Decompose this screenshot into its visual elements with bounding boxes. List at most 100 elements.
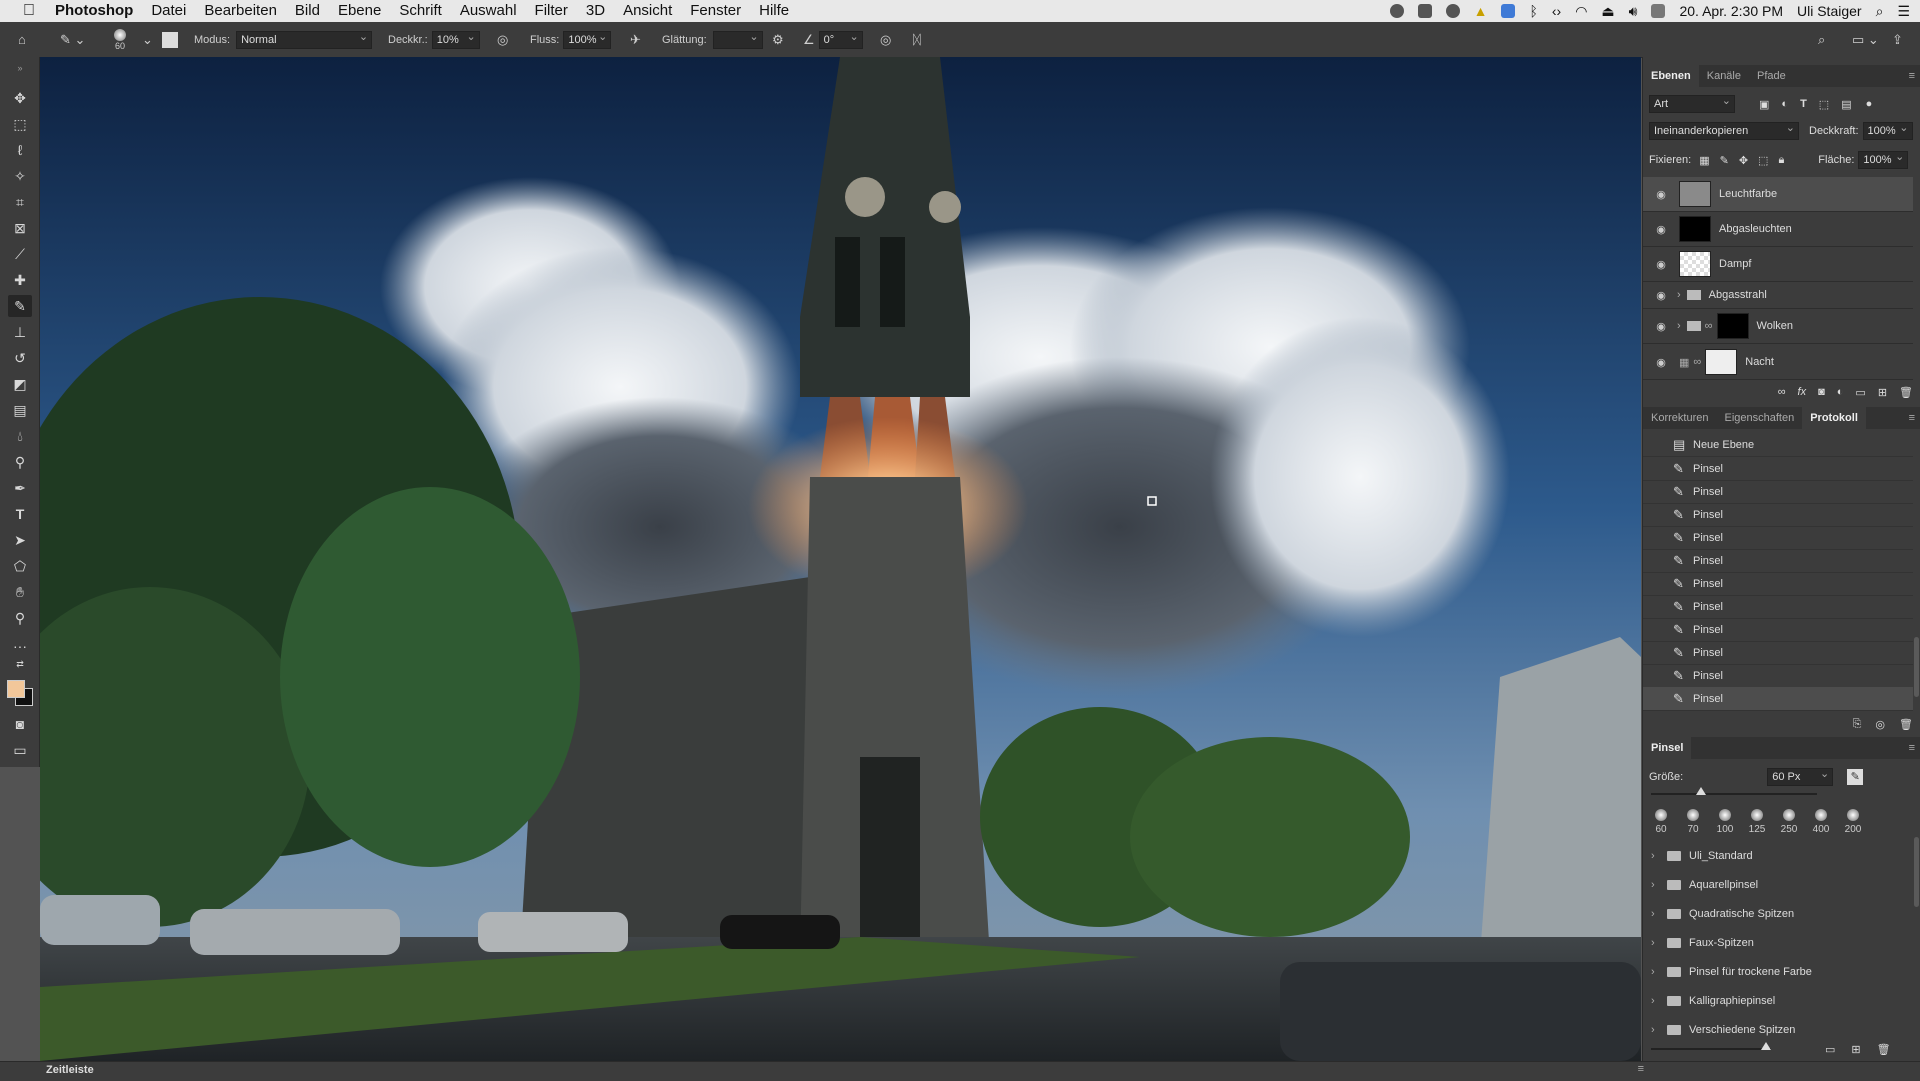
layer-opacity-field[interactable]: 100% [1862,120,1913,140]
blend-mode-dropdown[interactable]: Ineinanderkopieren [1649,120,1799,140]
opacity-pressure-icon[interactable]: ◎ [497,22,508,57]
filter-shape-icon[interactable]: ⬚ [1819,98,1829,111]
wifi-icon[interactable]: ◠ [1575,3,1587,20]
angle-field[interactable]: 0° [818,29,863,49]
pen-tool-icon[interactable]: ✒ [8,477,32,499]
new-brush-group-icon[interactable]: ▭ [1825,1043,1835,1056]
frame-tool-icon[interactable]: ⊠ [8,217,32,239]
brush-size-slider-track[interactable] [1651,787,1817,795]
new-document-from-state-icon[interactable]: ⎘ [1853,718,1862,731]
new-adjustment-icon[interactable]: ◐ [1837,386,1844,398]
history-item[interactable]: ✎ Pinsel [1643,526,1913,550]
history-item[interactable]: ✎ Pinsel [1643,503,1913,527]
smoothing-field[interactable] [712,29,763,49]
notification-center-icon[interactable]: ☰ [1897,3,1910,20]
tab-kanaele[interactable]: Kanäle [1699,65,1749,87]
move-tool-icon[interactable]: ✥ [8,87,32,109]
menu-bild[interactable]: Bild [286,0,329,22]
menu-filter[interactable]: Filter [526,0,577,22]
history-brush-tool-icon[interactable]: ↺ [8,347,32,369]
tab-eigenschaften[interactable]: Eigenschaften [1716,407,1802,429]
apple-icon[interactable]:  [12,2,46,20]
lock-image-icon[interactable]: ✎ [1720,154,1729,167]
layer-row[interactable]: ◉ ▦ ∞ Nacht [1643,345,1913,380]
creative-cloud-icon[interactable] [1445,4,1460,18]
history-item[interactable]: ✎ Pinsel [1643,664,1913,688]
preview-size-thumb[interactable] [1761,1042,1771,1050]
panel-menu-icon[interactable]: ≡ [1909,742,1915,754]
tab-korrekturen[interactable]: Korrekturen [1643,407,1716,429]
layer-filter-dropdown[interactable]: Art [1649,93,1735,113]
menu-hilfe[interactable]: Hilfe [750,0,798,22]
brush-preset[interactable]: 100 [1715,809,1735,835]
filter-adjustment-icon[interactable]: ◐ [1781,98,1788,110]
layer-row[interactable]: ◉ Leuchtfarbe [1643,177,1913,212]
healing-brush-tool-icon[interactable]: ✚ [8,269,32,291]
brush-preset[interactable]: 70 [1683,809,1703,835]
menu-bearbeiten[interactable]: Bearbeiten [195,0,286,22]
history-item[interactable]: ✎ Pinsel [1643,641,1913,665]
visibility-eye-icon[interactable]: ◉ [1653,223,1669,236]
workspace-switcher-icon[interactable]: ▭ ⌄ [1852,22,1879,57]
menu-ebene[interactable]: Ebene [329,0,390,22]
lock-position-icon[interactable]: ✥ [1739,154,1748,167]
group-expand-chevron-icon[interactable]: › [1677,289,1681,301]
filter-smartobject-icon[interactable]: ▤ [1841,98,1851,111]
symmetry-icon[interactable]: ᛞ [913,22,921,57]
eraser-tool-icon[interactable]: ◩ [8,373,32,395]
brush-preset[interactable]: 60 [1651,809,1671,835]
chevron-right-icon[interactable]: › [1651,937,1661,949]
code-icon[interactable]: ‹› [1552,3,1561,19]
visibility-eye-icon[interactable]: ◉ [1653,258,1669,271]
chevron-right-icon[interactable]: › [1651,908,1661,920]
brush-scrollbar[interactable] [1914,837,1919,907]
foreground-color-swatch[interactable] [7,680,25,698]
brush-settings-toggle-icon[interactable] [162,22,178,57]
chevron-right-icon[interactable]: › [1651,879,1661,891]
chevron-right-icon[interactable]: › [1651,966,1661,978]
brush-size-field[interactable]: 60 Px [1767,766,1834,786]
brush-folder[interactable]: › Aquarellpinsel [1643,870,1913,899]
panel-menu-icon[interactable]: ≡ [1909,70,1915,82]
fx-icon[interactable]: fx [1798,386,1807,398]
delete-state-icon[interactable]: 🗑︎ [1899,718,1913,731]
more-tools-icon[interactable]: ··· [8,635,32,657]
airbrush-icon[interactable]: ✈ [630,22,641,57]
home-icon[interactable]: ⌂ [18,22,26,57]
history-item[interactable]: ✎ Pinsel [1643,457,1913,481]
chevron-right-icon[interactable]: › [1651,850,1661,862]
brush-preset[interactable]: 125 [1747,809,1767,835]
lock-all-icon[interactable]: 🔒︎ [1778,154,1784,167]
mode-dropdown[interactable]: Normal [236,29,373,49]
eject-icon[interactable]: ⏏ [1601,3,1614,20]
snapshot-camera-icon[interactable]: ◎ [1875,718,1885,731]
tab-pinsel[interactable]: Pinsel [1643,737,1692,759]
new-brush-icon[interactable]: ⊞ [1851,1043,1860,1056]
history-item[interactable]: ✎ Pinsel [1643,595,1913,619]
delete-brush-icon[interactable]: 🗑︎ [1877,1043,1891,1056]
brush-preset[interactable]: 400 [1811,809,1831,835]
magic-wand-tool-icon[interactable]: ✧ [8,165,32,187]
clone-stamp-tool-icon[interactable]: ⊥ [8,321,32,343]
chevron-right-icon[interactable]: › [1651,995,1661,1007]
tab-ebenen[interactable]: Ebenen [1643,65,1699,87]
hand-tool-icon[interactable]: ✋︎ [8,581,32,603]
chevron-right-icon[interactable]: › [1651,1024,1661,1036]
menu-datei[interactable]: Datei [142,0,195,22]
user-name[interactable]: Uli Staiger [1797,3,1862,19]
menu-3d[interactable]: 3D [577,0,614,22]
layer-group-row[interactable]: ◉ › ∞ Wolken [1643,309,1913,344]
history-item[interactable]: ✎ Pinsel [1643,549,1913,573]
link-layers-icon[interactable]: ∞ [1778,386,1786,398]
brush-preset[interactable]: 250 [1779,809,1799,835]
app-tray-icon[interactable] [1501,4,1516,18]
brush-size-chevron-icon[interactable]: ⌄ [142,22,153,57]
visibility-eye-icon[interactable]: ◉ [1653,188,1669,201]
panel-menu-icon[interactable]: ≡ [1909,412,1915,424]
menu-schrift[interactable]: Schrift [390,0,451,22]
visibility-eye-icon[interactable]: ◉ [1653,289,1669,302]
keyboard-icon[interactable] [1651,4,1666,18]
dropbox-icon[interactable] [1417,4,1432,18]
timeline-menu-icon[interactable]: ≡ [1638,1063,1644,1075]
filter-pixel-icon[interactable]: ▣ [1759,98,1769,111]
